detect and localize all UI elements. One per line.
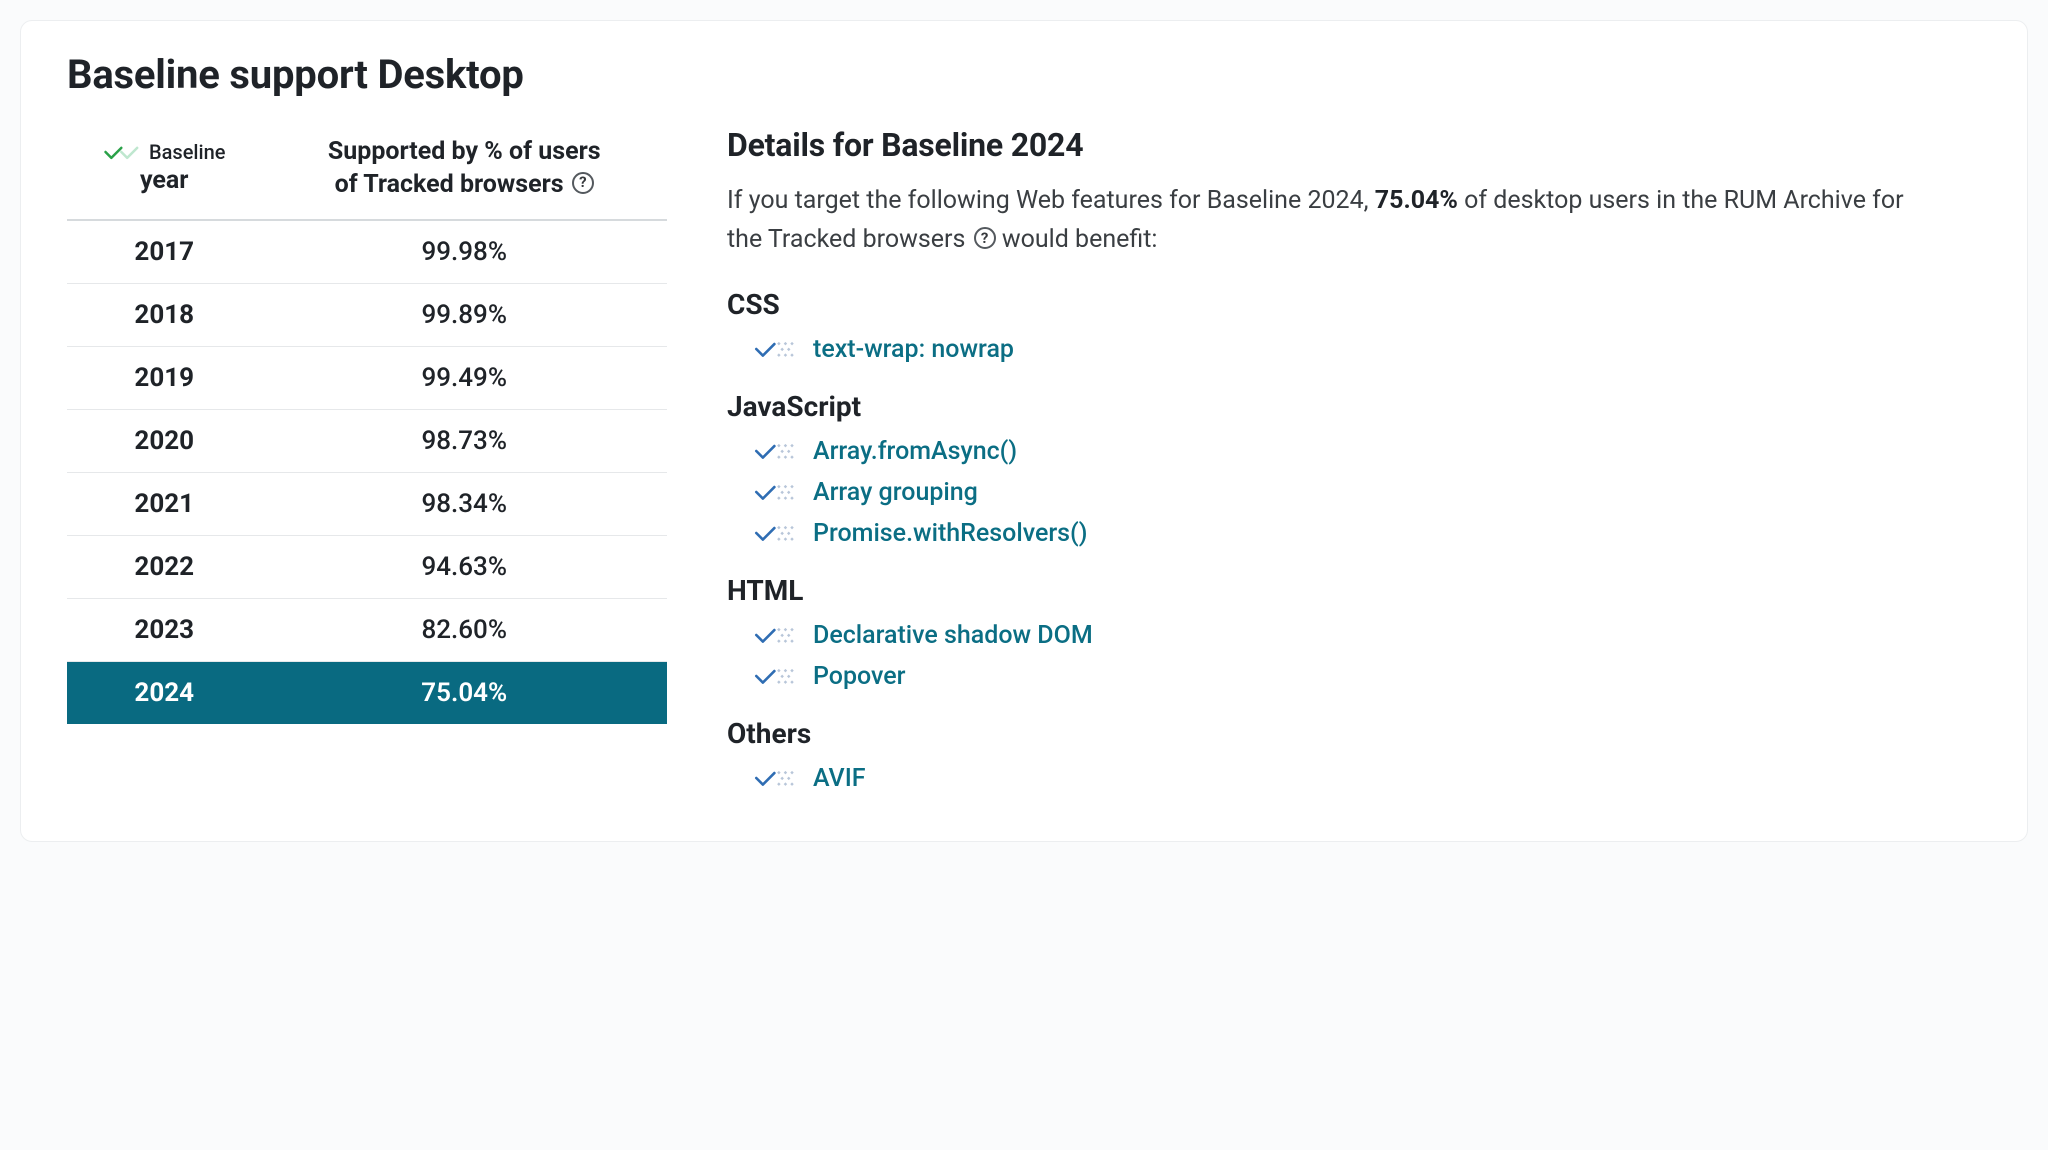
baseline-check-icon <box>753 337 799 361</box>
feature-link[interactable]: Popover <box>813 662 906 691</box>
feature-group: JavaScript Array.fromAsync() Array groupin… <box>727 390 1927 548</box>
feature-list: text-wrap: nowrap <box>727 335 1927 364</box>
baseline-support-table: Baseline year Supported by % of users of… <box>67 126 667 724</box>
baseline-check-icon <box>753 521 799 545</box>
list-item: Array grouping <box>753 478 1927 507</box>
pct-cell: 94.63% <box>261 536 667 599</box>
year-cell: 2019 <box>67 347 261 410</box>
list-item: text-wrap: nowrap <box>753 335 1927 364</box>
year-cell: 2023 <box>67 599 261 662</box>
details-heading: Details for Baseline 2024 <box>727 126 1927 164</box>
table-row[interactable]: 202475.04% <box>67 662 667 725</box>
feature-group-title: Others <box>727 717 1927 750</box>
baseline-check-icon <box>753 480 799 504</box>
pct-cell: 75.04% <box>261 662 667 725</box>
table-row[interactable]: 202198.34% <box>67 473 667 536</box>
pct-cell: 98.73% <box>261 410 667 473</box>
table-header-pct: Supported by % of users of Tracked brows… <box>261 126 667 220</box>
table-row[interactable]: 202098.73% <box>67 410 667 473</box>
table-row[interactable]: 202382.60% <box>67 599 667 662</box>
pct-cell: 82.60% <box>261 599 667 662</box>
table-header-pct-line1: Supported by % of users <box>328 136 601 169</box>
pct-cell: 99.98% <box>261 220 667 284</box>
year-cell: 2024 <box>67 662 261 725</box>
year-cell: 2018 <box>67 284 261 347</box>
feature-list: Array.fromAsync() Array grouping Promise.w… <box>727 437 1927 548</box>
table-row[interactable]: 201999.49% <box>67 347 667 410</box>
feature-link[interactable]: Array.fromAsync() <box>813 437 1017 466</box>
card: Baseline support Desktop Baseline <box>20 20 2028 842</box>
table-row[interactable]: 202294.63% <box>67 536 667 599</box>
baseline-check-icon <box>753 664 799 688</box>
feature-group: HTML Declarative shadow DOM Popover <box>727 574 1927 691</box>
details-panel: Details for Baseline 2024 If you target … <box>727 126 1927 805</box>
details-intro: If you target the following Web features… <box>727 182 1927 260</box>
feature-group: Others AVIF <box>727 717 1927 793</box>
list-item: Popover <box>753 662 1927 691</box>
table-header-year-label: year <box>140 165 188 198</box>
feature-link[interactable]: text-wrap: nowrap <box>813 335 1014 364</box>
feature-link[interactable]: Array grouping <box>813 478 978 507</box>
year-cell: 2017 <box>67 220 261 284</box>
intro-suffix: would benefit: <box>996 225 1158 254</box>
table-header-year: Baseline year <box>67 126 261 220</box>
feature-group: CSS text-wrap: nowrap <box>727 288 1927 364</box>
content-row: Baseline year Supported by % of users of… <box>67 126 1981 805</box>
feature-group-title: HTML <box>727 574 1927 607</box>
baseline-check-icon <box>103 142 143 162</box>
page-title: Baseline support Desktop <box>67 51 1981 98</box>
help-icon[interactable]: ? <box>974 227 996 249</box>
year-cell: 2020 <box>67 410 261 473</box>
feature-list: AVIF <box>727 764 1927 793</box>
feature-link[interactable]: Promise.withResolvers() <box>813 519 1087 548</box>
baseline-logo-text: Baseline <box>149 139 225 165</box>
year-cell: 2022 <box>67 536 261 599</box>
pct-cell: 99.89% <box>261 284 667 347</box>
table-row[interactable]: 201799.98% <box>67 220 667 284</box>
feature-group-title: JavaScript <box>727 390 1927 423</box>
feature-link[interactable]: Declarative shadow DOM <box>813 621 1093 650</box>
list-item: Promise.withResolvers() <box>753 519 1927 548</box>
intro-prefix: If you target the following Web features… <box>727 186 1375 215</box>
list-item: Declarative shadow DOM <box>753 621 1927 650</box>
table-header-pct-line2: of Tracked browsers <box>335 170 564 199</box>
pct-cell: 99.49% <box>261 347 667 410</box>
table-header-pct-line2-wrap: of Tracked browsers ? <box>335 169 594 202</box>
baseline-check-icon <box>753 766 799 790</box>
help-icon[interactable]: ? <box>572 172 594 194</box>
table-row[interactable]: 201899.89% <box>67 284 667 347</box>
baseline-logo: Baseline <box>103 139 225 165</box>
list-item: AVIF <box>753 764 1927 793</box>
baseline-check-icon <box>753 439 799 463</box>
feature-link[interactable]: AVIF <box>813 764 866 793</box>
baseline-check-icon <box>753 623 799 647</box>
pct-cell: 98.34% <box>261 473 667 536</box>
year-cell: 2021 <box>67 473 261 536</box>
list-item: Array.fromAsync() <box>753 437 1927 466</box>
intro-pct: 75.04% <box>1375 186 1458 215</box>
feature-group-title: CSS <box>727 288 1927 321</box>
feature-list: Declarative shadow DOM Popover <box>727 621 1927 691</box>
